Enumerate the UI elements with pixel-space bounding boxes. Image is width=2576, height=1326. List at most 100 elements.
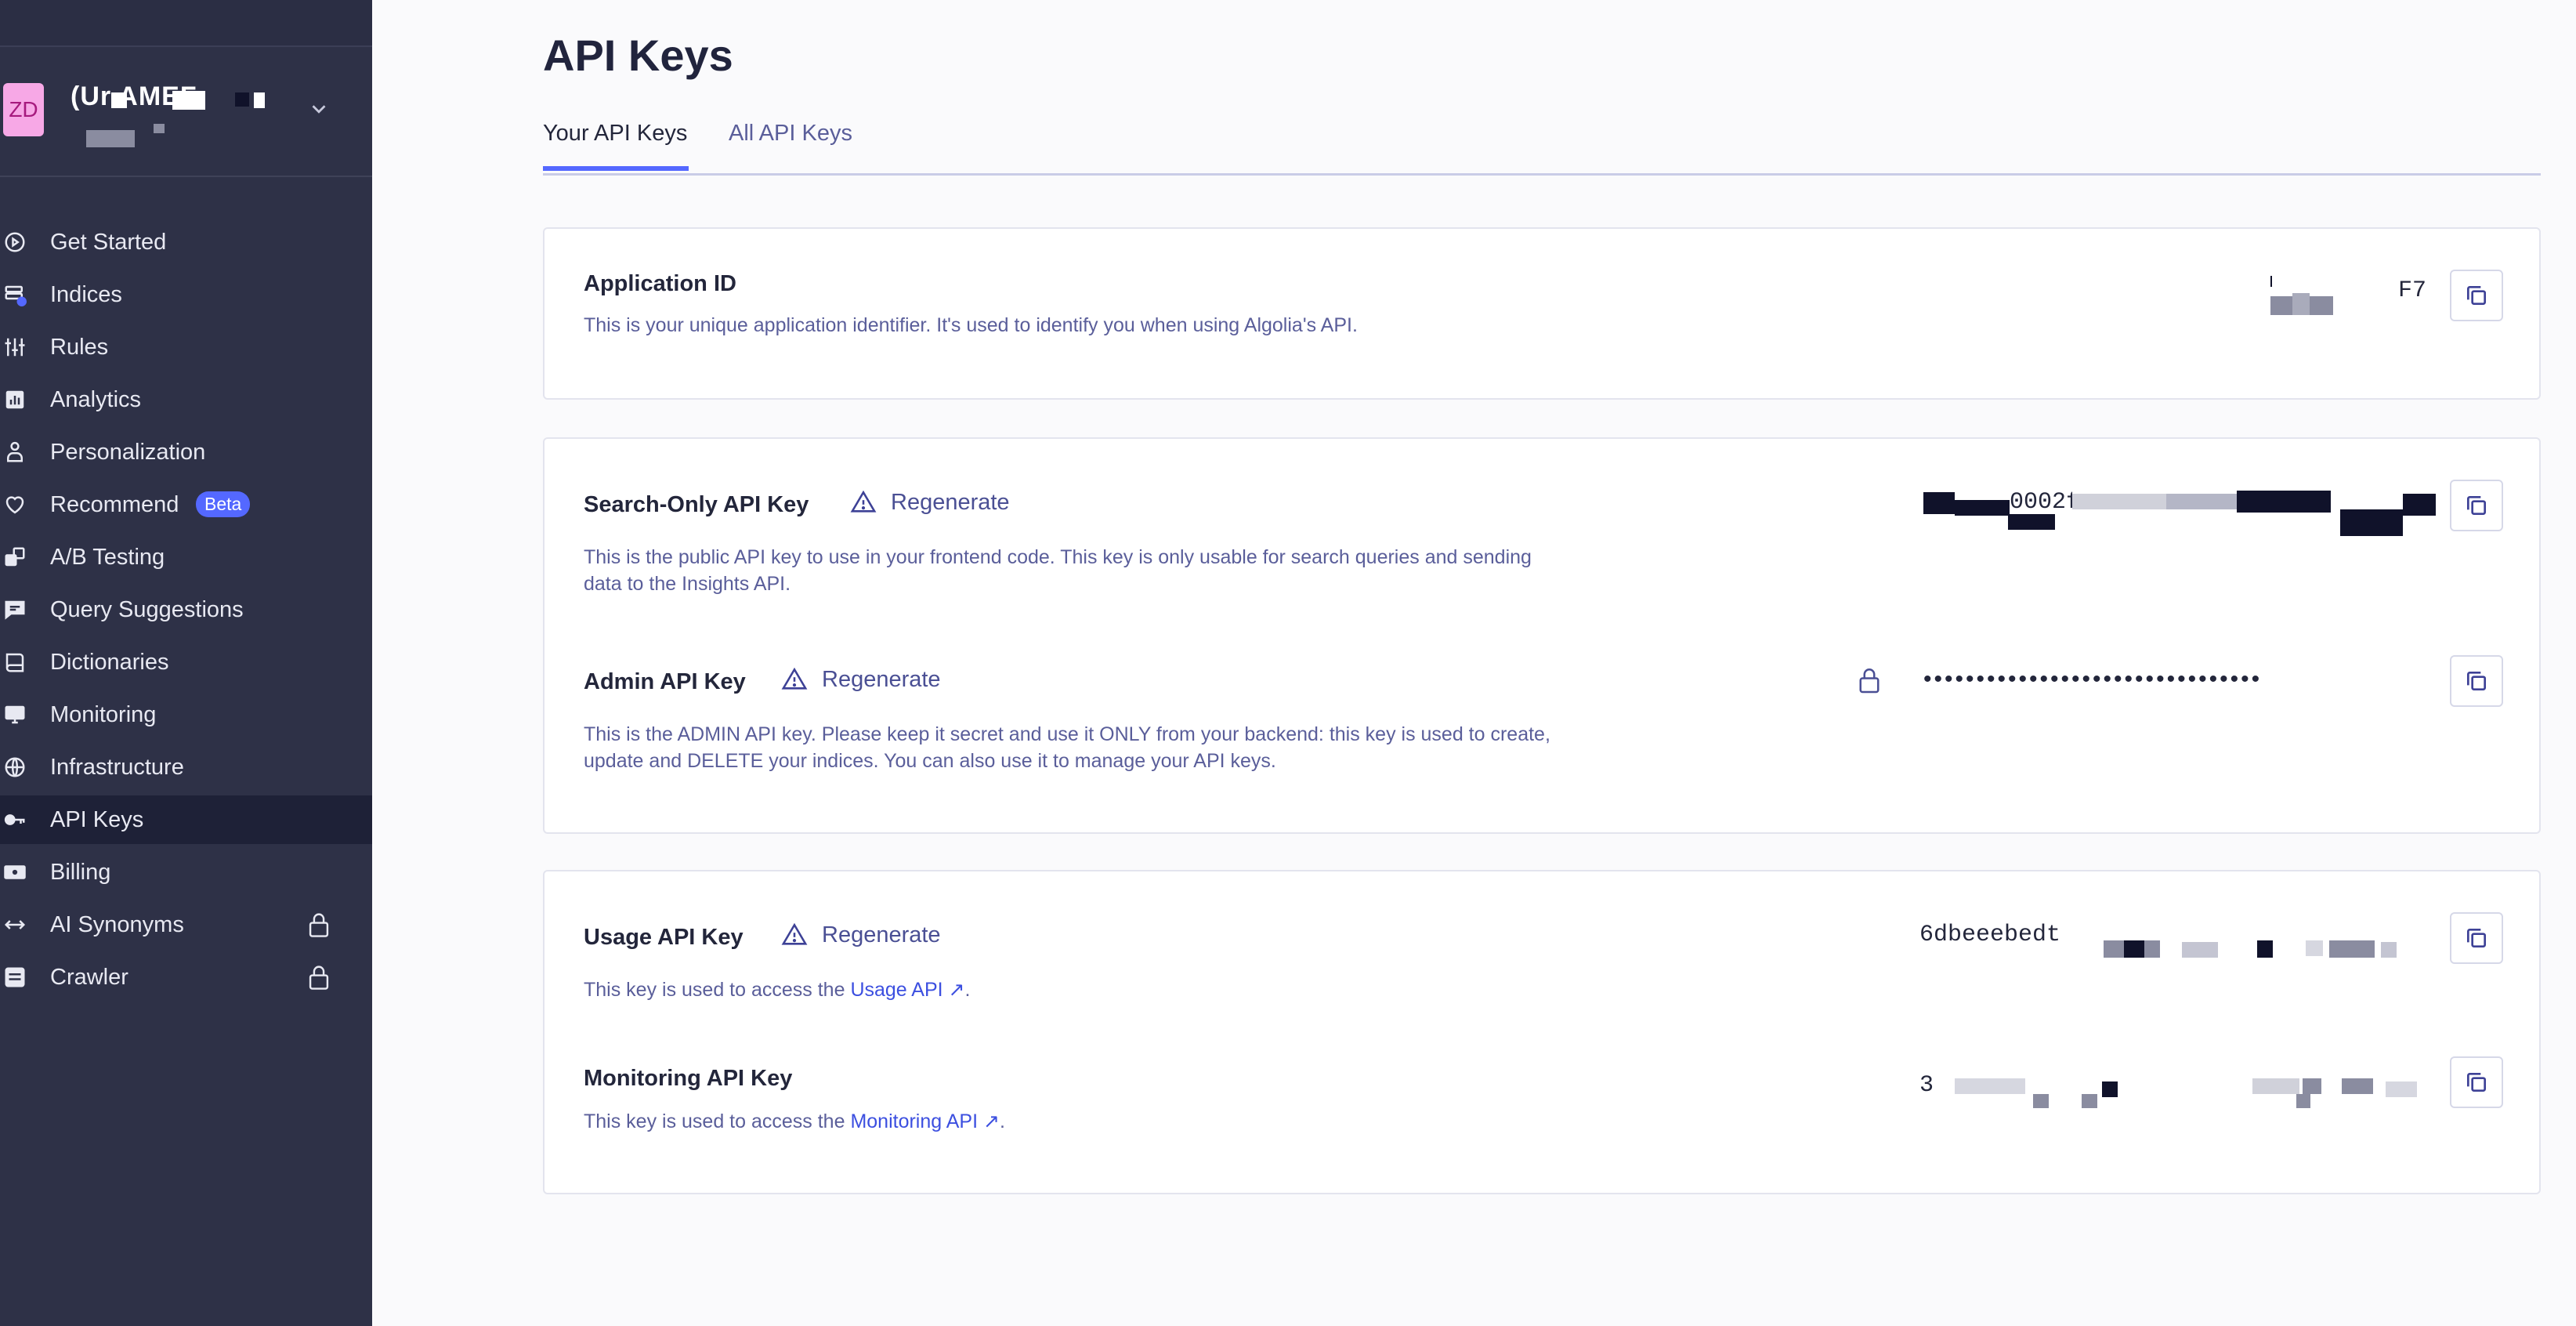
sidebar-item-a-b-testing[interactable]: A/B Testing xyxy=(0,533,372,581)
copy-icon xyxy=(2467,496,2486,515)
redacted-block xyxy=(2381,942,2397,958)
redacted-block xyxy=(2124,940,2144,958)
chevron-down-icon[interactable] xyxy=(307,97,331,121)
org-avatar: ZD xyxy=(3,83,44,136)
monitoring-desc-suffix: . xyxy=(999,1110,1005,1132)
search-only-key-description: This is the public API key to use in you… xyxy=(584,546,1532,595)
redacted-block xyxy=(2252,1078,2299,1094)
copy-admin-key-button[interactable] xyxy=(2450,655,2503,707)
arrows-horizontal-icon xyxy=(4,920,26,929)
sidebar-item-label: Billing xyxy=(50,859,111,885)
redacted-block xyxy=(2008,514,2055,530)
sidebar-item-recommend[interactable]: Recommend Beta xyxy=(0,480,372,529)
redacted-block xyxy=(2386,1081,2417,1097)
redacted-block xyxy=(111,92,127,108)
monitoring-api-link[interactable]: Monitoring API xyxy=(850,1110,978,1132)
sidebar-item-get-started[interactable]: Get Started xyxy=(0,218,372,266)
lock-icon[interactable] xyxy=(1858,666,1881,694)
copy-search-only-key-button[interactable] xyxy=(2450,480,2503,531)
sidebar: ZD (Ur AMEF Get Started Indices Rules Analy… xyxy=(0,0,372,1326)
redacted-block xyxy=(2144,940,2160,958)
bar-chart-icon xyxy=(5,390,24,409)
copy-icon xyxy=(2467,929,2486,947)
redacted-block xyxy=(2102,1081,2118,1097)
redacted-block xyxy=(172,91,205,110)
tab-all-api-keys[interactable]: All API Keys xyxy=(729,121,852,147)
redacted-block xyxy=(2082,1094,2097,1108)
ab-test-icon xyxy=(5,547,25,567)
copy-monitoring-key-button[interactable] xyxy=(2450,1056,2503,1108)
regenerate-usage-key-button[interactable]: Regenerate xyxy=(781,922,941,948)
redacted-block xyxy=(2340,509,2403,536)
sidebar-item-label: Recommend xyxy=(50,491,179,517)
redacted-block xyxy=(2072,494,2166,509)
sidebar-item-ai-synonyms[interactable]: AI Synonyms xyxy=(0,900,372,949)
regenerate-admin-key-button[interactable]: Regenerate xyxy=(781,666,941,693)
tab-your-api-keys[interactable]: Your API Keys xyxy=(543,121,687,147)
sidebar-item-rules[interactable]: Rules xyxy=(0,323,372,371)
regenerate-label: Regenerate xyxy=(822,666,941,692)
sidebar-item-query-suggestions[interactable]: Query Suggestions xyxy=(0,585,372,634)
book-icon xyxy=(5,653,24,672)
redacted-block xyxy=(2403,494,2436,516)
admin-key-description: This is the ADMIN API key. Please keep i… xyxy=(584,723,1550,772)
application-id-description: This is your unique application identifi… xyxy=(584,314,1358,336)
sidebar-item-label: AI Synonyms xyxy=(50,911,184,937)
monitor-icon xyxy=(5,705,25,724)
page-title: API Keys xyxy=(543,31,733,80)
key-icon xyxy=(4,814,25,825)
application-id-value: F7 xyxy=(2398,277,2427,304)
heart-icon xyxy=(5,496,24,514)
regenerate-search-key-button[interactable]: Regenerate xyxy=(850,489,1010,516)
monitoring-key-value: 3 xyxy=(1919,1072,1934,1099)
sidebar-item-dictionaries[interactable]: Dictionaries xyxy=(0,638,372,687)
regenerate-label: Regenerate xyxy=(822,922,941,947)
redacted-block xyxy=(2237,491,2331,513)
warning-icon xyxy=(781,667,808,690)
sidebar-item-crawler[interactable]: Crawler xyxy=(0,953,372,1002)
tab-bar: Your API Keys All API Keys xyxy=(543,116,2541,176)
redacted-block xyxy=(2166,494,2237,509)
sidebar-top-bar xyxy=(0,0,372,47)
redacted-block xyxy=(2270,296,2292,315)
sidebar-item-label: A/B Testing xyxy=(50,544,165,570)
redacted-block xyxy=(2346,940,2375,958)
play-circle-icon xyxy=(5,232,25,252)
sidebar-item-infrastructure[interactable]: Infrastructure xyxy=(0,743,372,792)
usage-api-link[interactable]: Usage API xyxy=(850,979,942,1001)
monitoring-desc-text: This key is used to access the xyxy=(584,1110,851,1132)
redacted-block xyxy=(1923,492,1955,514)
redacted-block xyxy=(86,130,135,147)
sidebar-item-label: Dictionaries xyxy=(50,649,169,675)
sidebar-item-label: Personalization xyxy=(50,439,206,465)
redacted-block xyxy=(2306,940,2323,956)
sidebar-item-label: Query Suggestions xyxy=(50,596,244,622)
redacted-block xyxy=(2182,942,2218,958)
sidebar-item-billing[interactable]: Billing xyxy=(0,848,372,897)
search-admin-keys-card: Search-Only API Key Regenerate This is t… xyxy=(543,437,2541,834)
admin-key-masked-value: •••••••••••••••••••••••••••••••• xyxy=(1923,666,2263,692)
sidebar-item-label: Analytics xyxy=(50,386,142,412)
redacted-block xyxy=(2310,296,2333,315)
crawler-icon xyxy=(5,967,25,987)
copy-usage-key-button[interactable] xyxy=(2450,912,2503,964)
sidebar-item-api-keys[interactable]: API Keys xyxy=(0,795,372,844)
sidebar-item-label: Indices xyxy=(50,281,122,307)
copy-icon xyxy=(2467,1073,2486,1092)
copy-application-id-button[interactable] xyxy=(2450,270,2503,321)
sidebar-item-personalization[interactable]: Personalization xyxy=(0,428,372,476)
sidebar-item-label: Monitoring xyxy=(50,701,157,727)
beta-badge: Beta xyxy=(196,491,251,517)
copy-icon xyxy=(2467,286,2486,305)
redacted-block xyxy=(2257,940,2273,958)
usage-key-value: 6dbeeebedt xyxy=(1919,922,2061,948)
sidebar-item-monitoring[interactable]: Monitoring xyxy=(0,690,372,739)
sidebar-item-label: Get Started xyxy=(50,229,167,255)
sidebar-item-label: Rules xyxy=(50,334,109,360)
application-id-card: Application ID This is your unique appli… xyxy=(543,227,2541,400)
monitoring-key-description: This key is used to access the Monitorin… xyxy=(584,1108,1555,1135)
sidebar-item-indices[interactable]: Indices xyxy=(0,270,372,319)
sidebar-item-analytics[interactable]: Analytics xyxy=(0,375,372,424)
application-id-title: Application ID xyxy=(584,271,736,296)
lock-icon xyxy=(309,913,329,937)
